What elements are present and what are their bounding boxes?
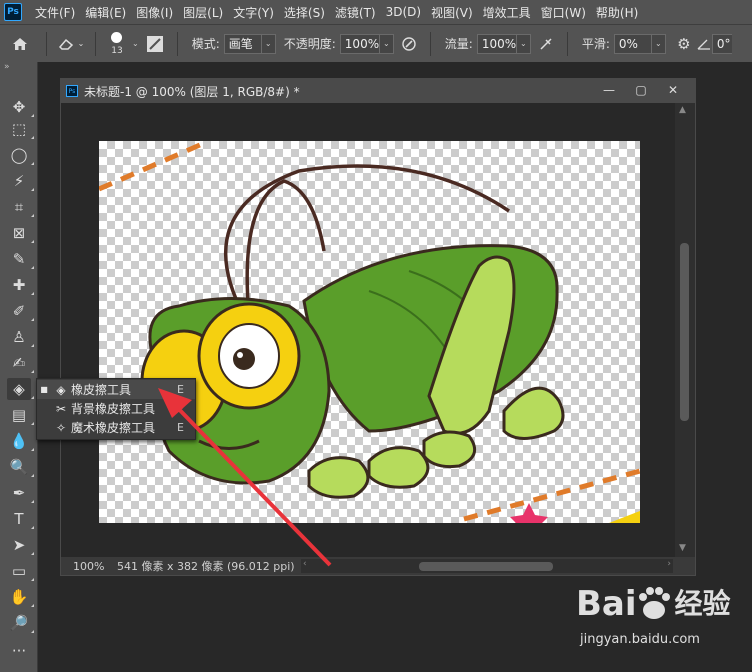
paw-logo-icon	[638, 587, 670, 619]
watermark-brand-suffix: 经验	[674, 587, 731, 620]
watermark-brand: Bai	[576, 584, 637, 624]
arrow-shaft	[168, 398, 332, 567]
baidu-jingyan-watermark: Bai 经验 jingyan.baidu.com	[576, 584, 746, 668]
arrow-head	[158, 388, 192, 418]
annotation-arrow	[158, 388, 332, 567]
watermark-url: jingyan.baidu.com	[580, 632, 700, 647]
